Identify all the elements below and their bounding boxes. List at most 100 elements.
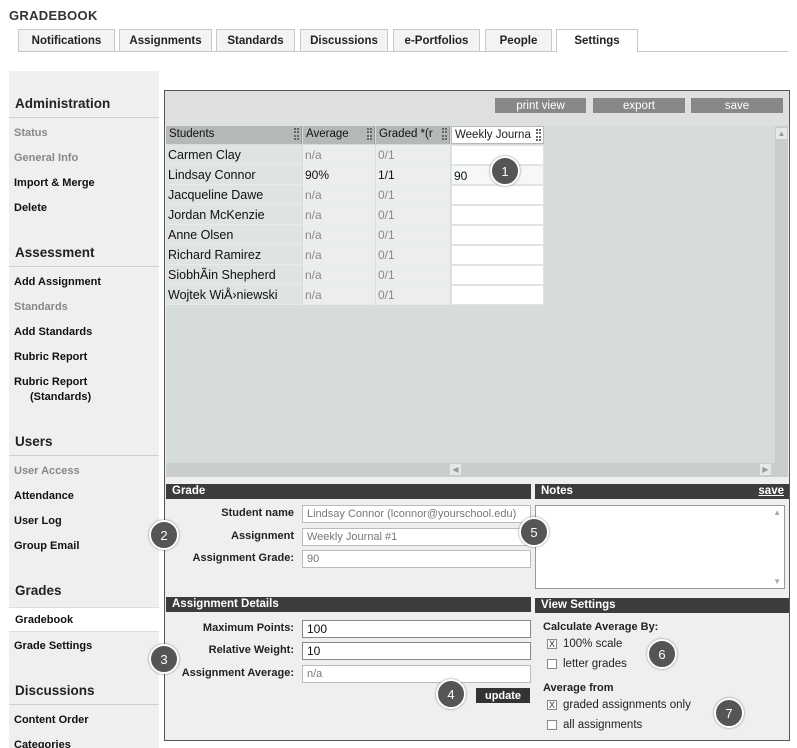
sidebar-divider [9, 266, 159, 267]
callout-6: 6 [647, 639, 677, 669]
checkbox-empty-icon[interactable] [547, 720, 557, 730]
sidebar-item-attendance[interactable]: Attendance [14, 489, 74, 504]
sidebar-heading-grades: Grades [15, 583, 62, 598]
column-resize-handle-icon[interactable] [367, 128, 372, 140]
sidebar-item-user-log[interactable]: User Log [14, 514, 62, 529]
tab-settings[interactable]: Settings [556, 29, 638, 53]
column-resize-handle-icon[interactable] [442, 128, 447, 140]
table-row[interactable]: Carmen Clay n/a 0/1 [166, 145, 544, 165]
sidebar-item-status[interactable]: Status [14, 126, 48, 141]
relative-weight-field[interactable] [302, 642, 531, 660]
grade-entry-cell[interactable] [451, 205, 544, 225]
assignment-field[interactable] [302, 528, 531, 546]
assignment-grade-label: Assignment Grade: [192, 552, 294, 564]
checkbox-empty-icon[interactable] [547, 659, 557, 669]
scroll-left-arrow-icon[interactable]: ◀ [450, 464, 461, 475]
callout-4: 4 [436, 679, 466, 709]
checkbox-checked-icon[interactable]: X [547, 700, 557, 710]
tab-notifications[interactable]: Notifications [18, 29, 115, 52]
export-button[interactable]: export [593, 98, 685, 113]
maximum-points-field[interactable] [302, 620, 531, 638]
graded-cell: 0/1 [376, 245, 450, 265]
tab-people[interactable]: People [485, 29, 552, 52]
notes-textarea[interactable]: ▲ ▼ [535, 505, 785, 589]
scroll-up-arrow-icon[interactable]: ▲ [773, 508, 781, 517]
sidebar-item-standards[interactable]: Standards [14, 300, 68, 315]
grade-entry-cell[interactable] [451, 285, 544, 305]
student-name-cell: Lindsay Connor [166, 165, 302, 185]
option-100-percent-scale[interactable]: X 100% scale [547, 638, 622, 650]
top-tab-bar: Notifications Assignments Standards Disc… [18, 29, 788, 53]
column-header-students[interactable]: Students [166, 126, 302, 144]
assignment-grade-field[interactable] [302, 550, 531, 568]
column-header-graded[interactable]: Graded *(r [376, 126, 450, 144]
table-row[interactable]: SiobhÃin Shepherd n/a 0/1 [166, 265, 544, 285]
update-button[interactable]: update [476, 688, 530, 703]
assignment-average-field[interactable] [302, 665, 531, 683]
sidebar-item-group-email[interactable]: Group Email [14, 539, 79, 554]
sidebar-item-gradebook[interactable]: Gradebook [9, 607, 159, 632]
vertical-scrollbar[interactable]: ▲ [775, 126, 788, 463]
horizontal-scrollbar[interactable]: ◀ ▶ [166, 463, 788, 477]
sidebar-item-categories[interactable]: Categories [14, 738, 71, 748]
option-graded-assignments-only[interactable]: X graded assignments only [547, 699, 691, 711]
scroll-down-arrow-icon[interactable]: ▼ [773, 577, 781, 586]
calculate-average-by-label: Calculate Average By: [543, 621, 659, 633]
column-header-weekly-journal[interactable]: Weekly Journa [451, 126, 544, 144]
table-row[interactable]: Anne Olsen n/a 0/1 [166, 225, 544, 245]
table-row[interactable]: Jacqueline Dawe n/a 0/1 [166, 185, 544, 205]
sidebar-item-grade-settings[interactable]: Grade Settings [14, 639, 92, 654]
checkbox-checked-icon[interactable]: X [547, 639, 557, 649]
notes-save-link[interactable]: save [758, 485, 784, 497]
tab-standards[interactable]: Standards [216, 29, 295, 52]
average-cell: 90% [303, 165, 375, 185]
grade-entry-cell[interactable] [451, 185, 544, 205]
notes-section-header: Notes save [535, 484, 789, 499]
scroll-up-arrow-icon[interactable]: ▲ [776, 128, 787, 139]
table-row[interactable]: Wojtek WiÅ›niewski n/a 0/1 [166, 285, 544, 305]
option-letter-grades[interactable]: letter grades [547, 658, 627, 670]
sidebar-item-delete[interactable]: Delete [14, 201, 47, 216]
assignment-details-section-header: Assignment Details [166, 597, 531, 612]
graded-cell: 0/1 [376, 185, 450, 205]
save-button[interactable]: save [691, 98, 783, 113]
sidebar: Administration Status General Info Impor… [9, 71, 159, 748]
tab-discussions[interactable]: Discussions [300, 29, 388, 52]
sidebar-heading-assessment: Assessment [15, 245, 95, 260]
student-name-field[interactable] [302, 505, 531, 523]
sidebar-item-rubric-report-standards-suffix[interactable]: (Standards) [30, 390, 91, 405]
graded-cell: 0/1 [376, 145, 450, 165]
column-header-average[interactable]: Average [303, 126, 375, 144]
sidebar-item-add-standards[interactable]: Add Standards [14, 325, 92, 340]
sidebar-item-rubric-report-standards[interactable]: Rubric Report [14, 375, 87, 390]
grade-entry-cell[interactable] [451, 245, 544, 265]
sidebar-item-user-access[interactable]: User Access [14, 464, 80, 479]
option-all-assignments[interactable]: all assignments [547, 719, 642, 731]
graded-cell: 0/1 [376, 205, 450, 225]
average-cell: n/a [303, 265, 375, 285]
sidebar-item-import-merge[interactable]: Import & Merge [14, 176, 95, 191]
grades-grid: Students Average Graded *(r Weekly Journ… [166, 126, 775, 463]
student-name-cell: Jordan McKenzie [166, 205, 302, 225]
sidebar-item-add-assignment[interactable]: Add Assignment [14, 275, 101, 290]
graded-cell: 0/1 [376, 265, 450, 285]
print-view-button[interactable]: print view [495, 98, 586, 113]
sidebar-item-rubric-report[interactable]: Rubric Report [14, 350, 87, 365]
grade-entry-cell[interactable] [451, 265, 544, 285]
tab-eportfolios[interactable]: e-Portfolios [393, 29, 480, 52]
table-row[interactable]: Lindsay Connor 90% 1/1 90 [166, 165, 544, 185]
sidebar-item-content-order[interactable]: Content Order [14, 713, 89, 728]
table-row[interactable]: Richard Ramirez n/a 0/1 [166, 245, 544, 265]
column-resize-handle-icon[interactable] [536, 129, 541, 141]
student-name-cell: Wojtek WiÅ›niewski [166, 285, 302, 305]
scroll-right-arrow-icon[interactable]: ▶ [760, 464, 771, 475]
option-label: 100% scale [563, 638, 623, 650]
gradebook-panel: print view export save Students Average … [164, 90, 790, 741]
table-row[interactable]: Jordan McKenzie n/a 0/1 [166, 205, 544, 225]
option-label: all assignments [563, 719, 643, 731]
column-resize-handle-icon[interactable] [294, 128, 299, 140]
grade-section-header: Grade [166, 484, 531, 499]
tab-assignments[interactable]: Assignments [119, 29, 212, 52]
grade-entry-cell[interactable] [451, 225, 544, 245]
sidebar-item-general-info[interactable]: General Info [14, 151, 78, 166]
